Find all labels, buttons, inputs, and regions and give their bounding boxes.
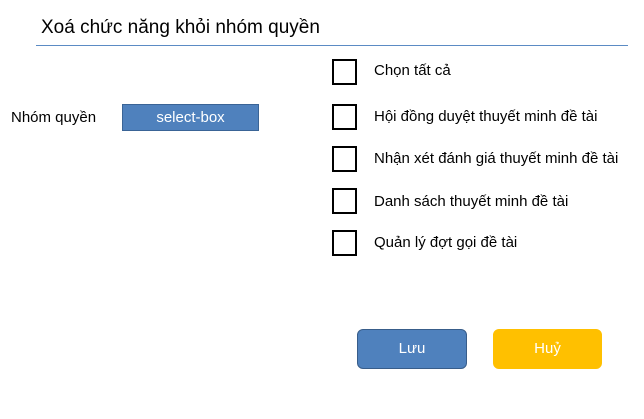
proposal-list-label: Danh sách thuyết minh đề tài <box>374 193 569 210</box>
proposal-list-checkbox[interactable] <box>332 188 357 214</box>
call-round-management-checkbox[interactable] <box>332 230 357 256</box>
review-council-label: Hội đồng duyệt thuyết minh đề tài <box>374 108 598 125</box>
permission-group-label: Nhóm quyền <box>11 109 97 126</box>
select-all-label: Chọn tất cả <box>374 62 451 79</box>
comment-evaluation-label: Nhận xét đánh giá thuyết minh đề tài <box>374 150 619 167</box>
comment-evaluation-checkbox[interactable] <box>332 146 357 172</box>
permission-group-select[interactable]: select-box <box>122 104 259 131</box>
save-button[interactable]: Lưu <box>357 329 467 369</box>
select-all-checkbox[interactable] <box>332 59 357 85</box>
cancel-button[interactable]: Huỷ <box>493 329 602 369</box>
call-round-management-label: Quản lý đợt gọi đề tài <box>374 234 518 251</box>
page-title: Xoá chức năng khỏi nhóm quyền <box>41 17 320 38</box>
title-divider <box>36 45 628 46</box>
review-council-checkbox[interactable] <box>332 104 357 130</box>
